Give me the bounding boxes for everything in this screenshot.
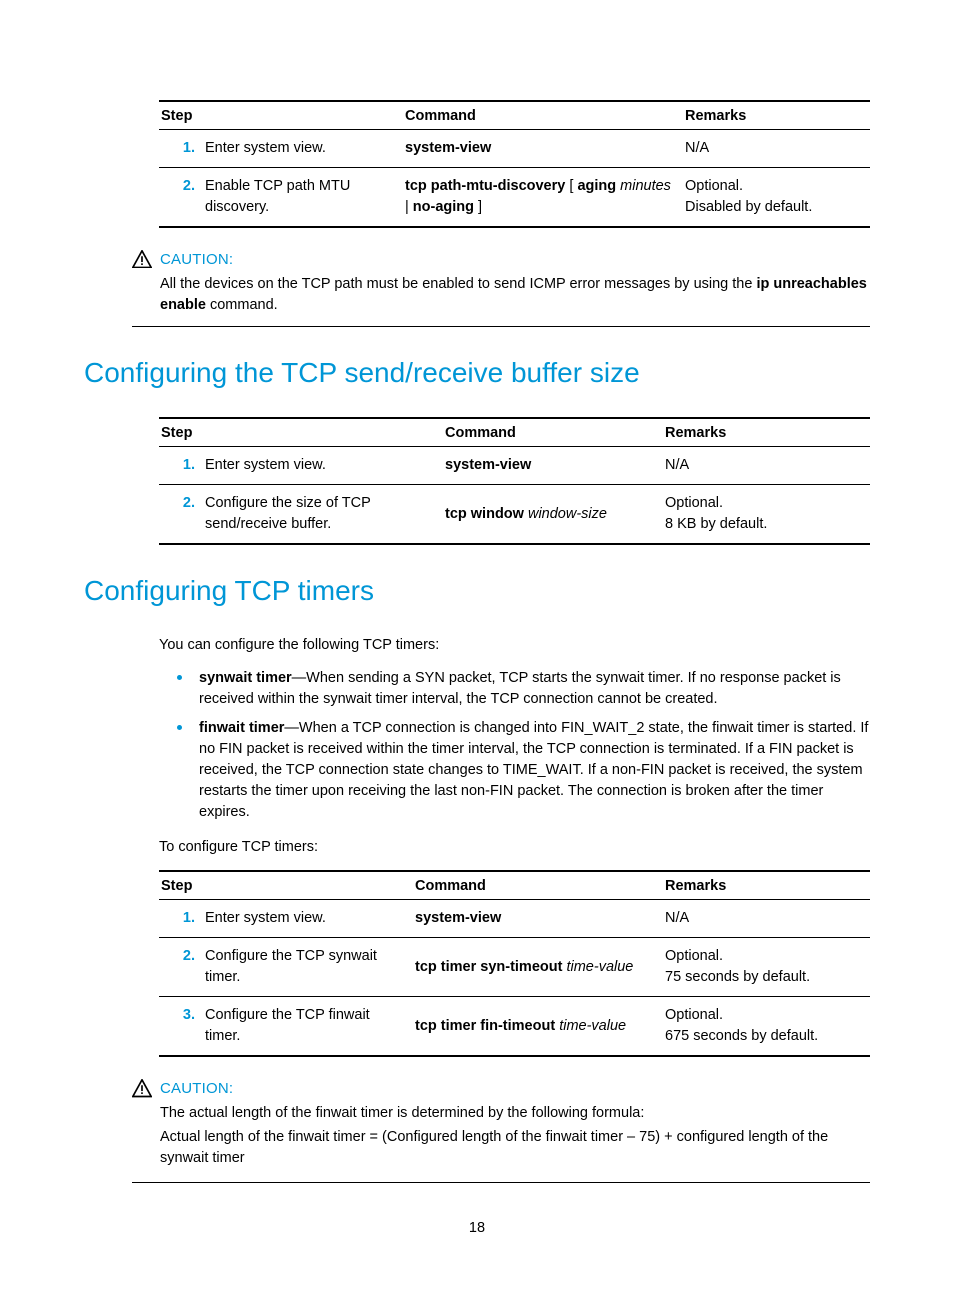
- step-desc: Configure the TCP finwait timer.: [203, 997, 413, 1057]
- th-remarks: Remarks: [663, 871, 870, 900]
- th-step: Step: [159, 101, 403, 130]
- step-number: 1.: [159, 447, 203, 485]
- caution-head: CAUTION:: [132, 1079, 870, 1097]
- step-remarks: N/A: [663, 900, 870, 938]
- step-command: system-view: [403, 130, 683, 168]
- table-row: 1. Enter system view. system-view N/A: [159, 900, 870, 938]
- step-remarks: Optional. Disabled by default.: [683, 168, 870, 228]
- th-step: Step: [159, 871, 413, 900]
- step-remarks: Optional. 675 seconds by default.: [663, 997, 870, 1057]
- caution-body: The actual length of the finwait timer i…: [160, 1103, 870, 1169]
- caution-body: All the devices on the TCP path must be …: [160, 274, 870, 316]
- step-remarks: Optional. 8 KB by default.: [663, 485, 870, 545]
- table-header-row: Step Command Remarks: [159, 418, 870, 447]
- table-header-row: Step Command Remarks: [159, 101, 870, 130]
- table-row: 2. Enable TCP path MTU discovery. tcp pa…: [159, 168, 870, 228]
- step-command: tcp path-mtu-discovery [ aging minutes |…: [403, 168, 683, 228]
- warning-triangle-icon: [132, 1079, 152, 1097]
- step-command: tcp timer fin-timeout time-value: [413, 997, 663, 1057]
- page: Step Command Remarks 1. Enter system vie…: [0, 0, 954, 1296]
- step-number: 1.: [159, 900, 203, 938]
- step-remarks: N/A: [663, 447, 870, 485]
- list-item: synwait timer—When sending a SYN packet,…: [159, 668, 870, 710]
- timers-text: You can configure the following TCP time…: [159, 635, 870, 1057]
- step-desc: Enter system view.: [203, 447, 443, 485]
- timers-intro: You can configure the following TCP time…: [159, 635, 870, 656]
- caution-block: CAUTION: All the devices on the TCP path…: [132, 250, 870, 327]
- step-desc: Configure the TCP synwait timer.: [203, 938, 413, 997]
- step-command: tcp timer syn-timeout time-value: [413, 938, 663, 997]
- table-buffer-block: Step Command Remarks 1. Enter system vie…: [159, 417, 870, 545]
- step-desc: Enable TCP path MTU discovery.: [203, 168, 403, 228]
- step-desc: Enter system view.: [203, 900, 413, 938]
- caution-label: CAUTION:: [160, 251, 233, 268]
- table-header-row: Step Command Remarks: [159, 871, 870, 900]
- step-remarks: Optional. 75 seconds by default.: [663, 938, 870, 997]
- table-row: 2. Configure the size of TCP send/receiv…: [159, 485, 870, 545]
- caution-line2: Actual length of the finwait timer = (Co…: [160, 1127, 870, 1169]
- th-command: Command: [413, 871, 663, 900]
- timers-toconfigure: To configure TCP timers:: [159, 837, 870, 858]
- table-buffer: Step Command Remarks 1. Enter system vie…: [159, 417, 870, 545]
- th-step: Step: [159, 418, 443, 447]
- step-command: tcp window window-size: [443, 485, 663, 545]
- th-remarks: Remarks: [683, 101, 870, 130]
- table-mtu: Step Command Remarks 1. Enter system vie…: [159, 100, 870, 228]
- page-number: 18: [0, 1220, 954, 1236]
- section-title-timers: Configuring TCP timers: [84, 575, 870, 607]
- step-desc: Enter system view.: [203, 130, 403, 168]
- table-row: 3. Configure the TCP finwait timer. tcp …: [159, 997, 870, 1057]
- step-number: 2.: [159, 168, 203, 228]
- timers-bullets: synwait timer—When sending a SYN packet,…: [159, 668, 870, 823]
- table-row: 2. Configure the TCP synwait timer. tcp …: [159, 938, 870, 997]
- table-row: 1. Enter system view. system-view N/A: [159, 130, 870, 168]
- step-command: system-view: [443, 447, 663, 485]
- warning-triangle-icon: [132, 250, 152, 268]
- step-desc: Configure the size of TCP send/receive b…: [203, 485, 443, 545]
- th-command: Command: [403, 101, 683, 130]
- step-number: 2.: [159, 938, 203, 997]
- caution-head: CAUTION:: [132, 250, 870, 268]
- step-number: 1.: [159, 130, 203, 168]
- step-number: 3.: [159, 997, 203, 1057]
- section-title-buffer: Configuring the TCP send/receive buffer …: [84, 357, 870, 389]
- table-row: 1. Enter system view. system-view N/A: [159, 447, 870, 485]
- th-command: Command: [443, 418, 663, 447]
- step-number: 2.: [159, 485, 203, 545]
- th-remarks: Remarks: [663, 418, 870, 447]
- table-timers: Step Command Remarks 1. Enter system vie…: [159, 870, 870, 1057]
- caution-line1: The actual length of the finwait timer i…: [160, 1103, 870, 1124]
- caution-label: CAUTION:: [160, 1080, 233, 1097]
- table-mtu-block: Step Command Remarks 1. Enter system vie…: [159, 100, 870, 228]
- step-remarks: N/A: [683, 130, 870, 168]
- step-command: system-view: [413, 900, 663, 938]
- list-item: finwait timer—When a TCP connection is c…: [159, 718, 870, 823]
- caution-block: CAUTION: The actual length of the finwai…: [132, 1079, 870, 1183]
